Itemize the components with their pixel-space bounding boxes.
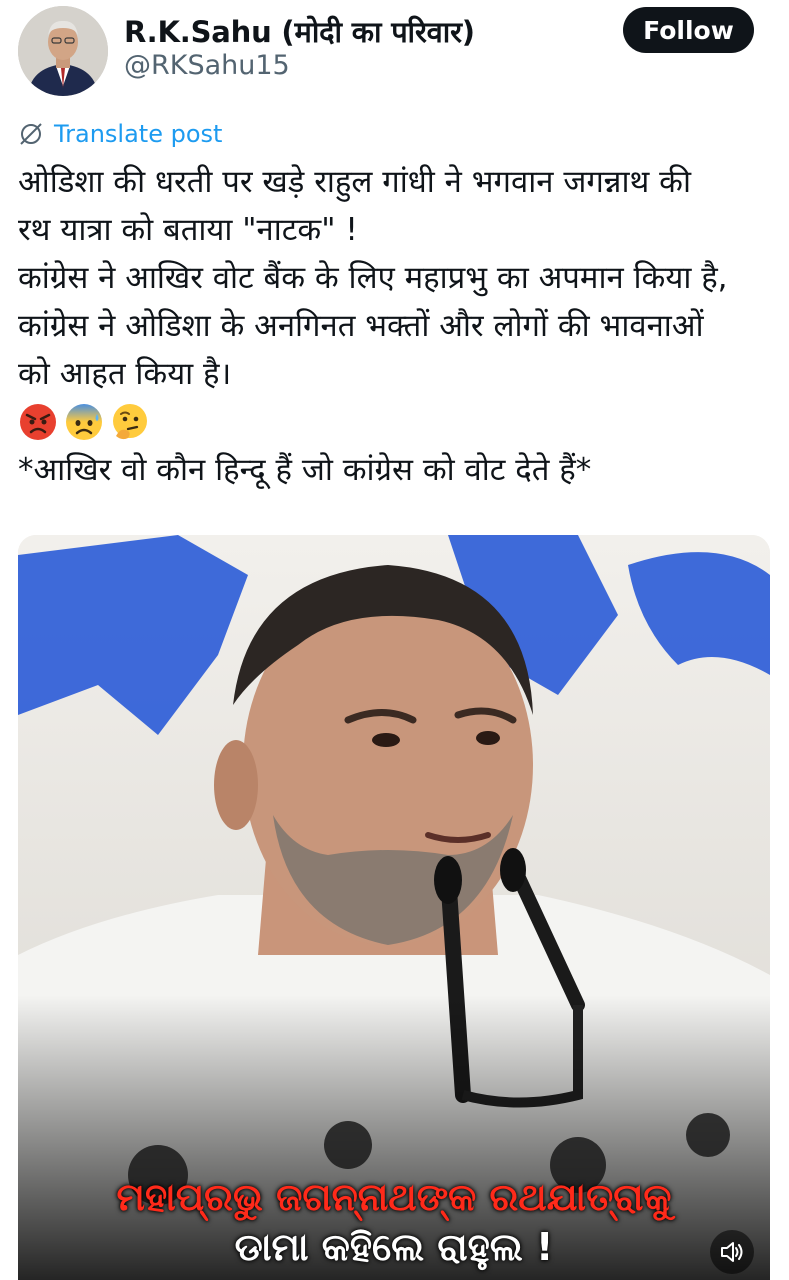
translate-post-link[interactable]: Translate post <box>18 120 222 148</box>
tweet-line: ओडिशा की धरती पर खड़े राहुल गांधी ने भगव… <box>18 164 691 200</box>
anxious-sweat-face-emoji <box>64 402 104 442</box>
video-caption-line1: ମହାପ୍ରଭୁ ଜଗନ୍ନାଥଙ୍କ ରଥଯାତ୍ରାକୁ <box>116 1175 672 1219</box>
tweet-line: *आखिर वो कौन हिन्दू हैं जो कांग्रेस को व… <box>18 452 592 488</box>
video-caption-line2: ଡାମା କହିଲେ ରାହୁଲ ! <box>234 1225 554 1269</box>
avatar[interactable] <box>18 6 108 96</box>
angry-face-emoji <box>18 402 58 442</box>
tweet-view: R.K.Sahu (मोदी का परिवार) @RKSahu15 Foll… <box>0 0 789 1280</box>
tweet-line: रथ यात्रा को बताया "नाटक" ! <box>18 212 358 248</box>
speaker-icon <box>721 1242 743 1262</box>
emoji-row <box>18 398 778 446</box>
globe-icon <box>18 121 44 147</box>
thinking-face-emoji <box>110 402 150 442</box>
follow-button[interactable]: Follow <box>623 7 754 53</box>
tweet-line: कांग्रेस ने ओडिशा के अनगिनत भक्तों और लो… <box>18 308 704 344</box>
display-name[interactable]: R.K.Sahu (मोदी का परिवार) <box>124 12 475 51</box>
user-handle[interactable]: @RKSahu15 <box>124 50 290 81</box>
video-thumbnail[interactable]: ମହାପ୍ରଭୁ ଜଗନ୍ନାଥଙ୍କ ରଥଯାତ୍ରାକୁ ଡାମା କହିଲ… <box>18 535 770 1280</box>
video-frame <box>18 535 770 1280</box>
tweet-line: को आहत किया है। <box>18 356 232 392</box>
tweet-line: कांग्रेस ने आखिर वोट बैंक के लिए महाप्रभ… <box>18 260 728 296</box>
mute-button[interactable] <box>710 1230 754 1274</box>
tweet-text: ओडिशा की धरती पर खड़े राहुल गांधी ने भगव… <box>18 158 778 494</box>
avatar-photo <box>18 6 108 96</box>
translate-post-label: Translate post <box>54 120 223 148</box>
